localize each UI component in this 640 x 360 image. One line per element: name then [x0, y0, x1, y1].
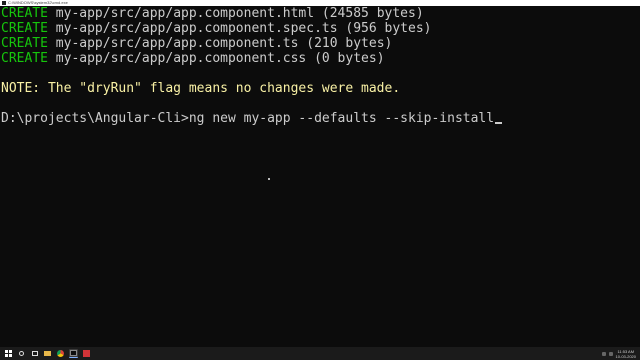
console-line: CREATE my-app/src/app/app.component.css …: [1, 51, 640, 66]
text-cursor: [495, 122, 503, 124]
clock-date: 10-03-2020: [615, 353, 636, 359]
console-line: CREATE my-app/src/app/app.component.html…: [1, 6, 640, 21]
prompt-line[interactable]: D:\projects\Angular-Cli>ng new my-app --…: [1, 111, 640, 126]
windows-start-icon[interactable]: [4, 349, 13, 358]
create-tag: CREATE: [1, 36, 48, 51]
system-tray: 11:53 AM 10-03-2020: [601, 349, 636, 359]
clock-time: 11:53 AM: [617, 348, 635, 354]
search-icon[interactable]: [17, 349, 26, 358]
create-path: my-app/src/app/app.component.html (24585…: [47, 6, 424, 21]
prompt-path: D:\projects\Angular-Cli>: [1, 111, 189, 126]
create-tag: CREATE: [1, 6, 48, 21]
create-tag: CREATE: [1, 51, 48, 66]
create-path: my-app/src/app/app.component.css (0 byte…: [47, 51, 385, 66]
taskbar: 11:53 AM 10-03-2020: [0, 347, 640, 360]
console-line: CREATE my-app/src/app/app.component.ts (…: [1, 36, 640, 51]
create-path: my-app/src/app/app.component.ts (210 byt…: [47, 36, 393, 51]
console-output[interactable]: CREATE my-app/src/app/app.component.html…: [0, 6, 640, 346]
mouse-pointer: [268, 178, 270, 180]
chrome-icon[interactable]: [56, 349, 65, 358]
red-app-icon[interactable]: [82, 349, 91, 358]
create-path: my-app/src/app/app.component.spec.ts (95…: [47, 21, 432, 36]
cmd-icon: [2, 1, 6, 5]
volume-icon[interactable]: [608, 351, 613, 356]
console-line: CREATE my-app/src/app/app.component.spec…: [1, 21, 640, 36]
file-explorer-icon[interactable]: [43, 349, 52, 358]
dry-run-note: NOTE: The "dryRun" flag means no changes…: [1, 81, 401, 96]
taskbar-clock[interactable]: 11:53 AM 10-03-2020: [616, 349, 636, 359]
command-input[interactable]: ng new my-app --defaults --skip-install: [189, 111, 494, 126]
terminal-icon[interactable]: [69, 349, 78, 358]
task-view-icon[interactable]: [30, 349, 39, 358]
network-icon[interactable]: [601, 351, 606, 356]
create-tag: CREATE: [1, 21, 48, 36]
